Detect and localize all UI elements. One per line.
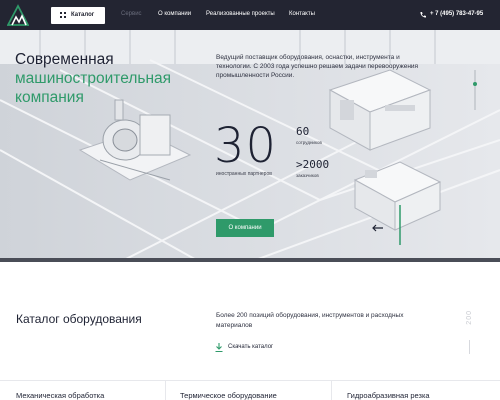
hero-title-line2: машиностроительная — [15, 70, 172, 87]
catalog-button-label: Каталог — [71, 12, 95, 18]
download-catalog-link[interactable]: Скачать каталог — [228, 344, 273, 350]
employees-label: сотрудников — [296, 140, 322, 145]
slide-indicator — [473, 70, 477, 110]
category-separator — [165, 381, 166, 400]
category-thermal[interactable]: Термическое оборудование — [180, 391, 277, 400]
phone-number[interactable]: + 7 (495) 783-47-95 — [430, 11, 483, 17]
download-icon[interactable] — [215, 343, 223, 352]
category-separator — [331, 381, 332, 400]
customers-count: >2000 — [296, 158, 330, 171]
phone-icon — [420, 12, 426, 18]
catalog-section-description: Более 200 позиций оборудования, инструме… — [216, 312, 404, 329]
nav-link-service[interactable]: Сервис — [121, 11, 142, 17]
arrow-left-icon[interactable] — [372, 224, 384, 232]
catalog-section-title: Каталог оборудования — [16, 312, 142, 326]
category-waterjet[interactable]: Гидроабразивная резка — [347, 391, 430, 400]
employees-count: 60 — [296, 125, 310, 138]
partners-label: иностранных партнеров — [216, 171, 272, 177]
nav-link-about[interactable]: О компании — [158, 11, 191, 17]
partners-count: 30 — [214, 118, 278, 174]
category-machining[interactable]: Механическая обработка — [16, 391, 104, 400]
categories-divider — [0, 380, 500, 381]
nav-link-contacts[interactable]: Контакты — [289, 11, 315, 17]
company-logo[interactable] — [7, 4, 29, 26]
nav-link-projects[interactable]: Реализованные проекты — [206, 11, 275, 17]
hero-title: Современная машиностроительная компания — [15, 50, 215, 107]
about-company-button[interactable]: О компании — [216, 219, 274, 237]
positions-counter: 200 — [466, 310, 473, 325]
hero-title-line3: компания — [15, 89, 84, 106]
catalog-menu-button[interactable]: Каталог — [51, 7, 105, 24]
grid-menu-icon — [60, 12, 66, 18]
hero-description: Ведущий поставщик оборудования, оснастки… — [216, 54, 419, 79]
site-header: Каталог Сервис О компании Реализованные … — [0, 0, 500, 30]
hero-title-line1: Современная — [15, 51, 114, 68]
counter-line — [469, 340, 470, 354]
customers-label: заказчиков — [296, 173, 319, 178]
